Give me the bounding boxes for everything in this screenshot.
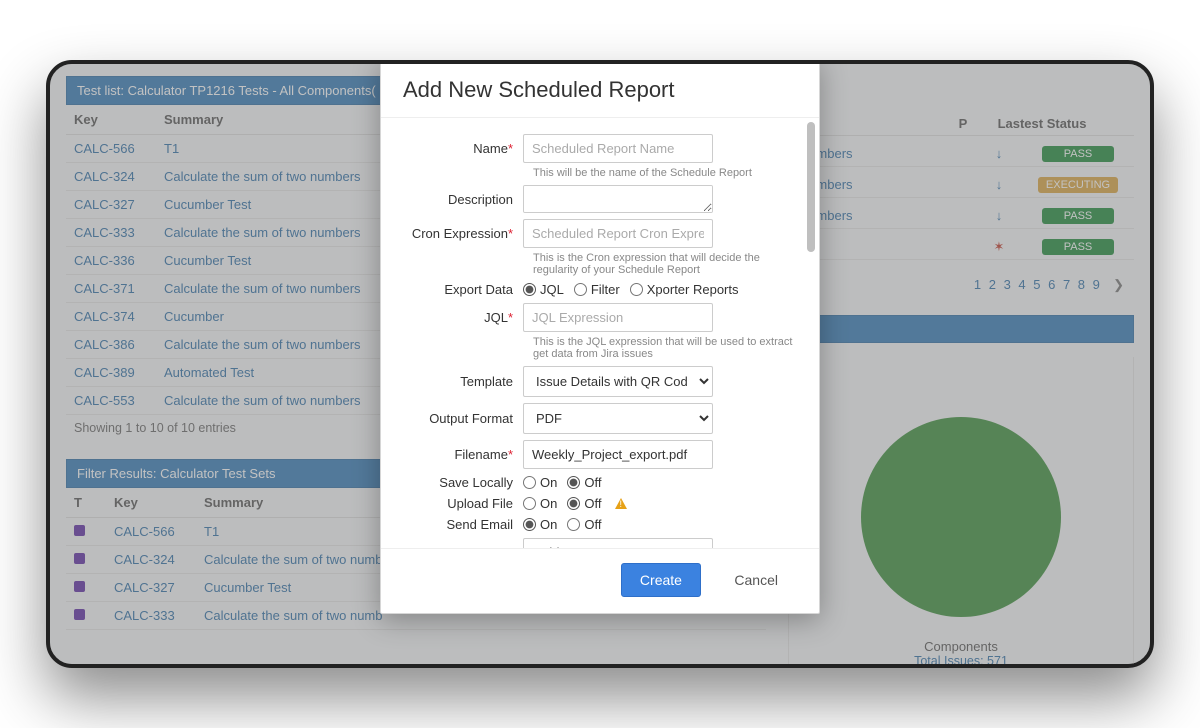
save-off-radio[interactable]: Off (567, 475, 601, 490)
description-input[interactable] (523, 185, 713, 213)
modal-title: Add New Scheduled Report (403, 77, 797, 103)
cron-label: Cron Expression (412, 226, 508, 241)
template-select[interactable]: Issue Details with QR Code (523, 366, 713, 397)
create-button[interactable]: Create (621, 563, 701, 597)
name-label: Name (473, 141, 508, 156)
email-off-radio[interactable]: Off (567, 517, 601, 532)
filename-input[interactable] (523, 440, 713, 469)
filename-label: Filename (454, 447, 507, 462)
send-email-label: Send Email (393, 517, 523, 532)
format-select[interactable]: PDF (523, 403, 713, 434)
cron-hint: This is the Cron expression that will de… (533, 252, 797, 276)
cancel-button[interactable]: Cancel (715, 563, 797, 597)
name-hint: This will be the name of the Schedule Re… (533, 167, 797, 179)
save-locally-label: Save Locally (393, 475, 523, 490)
export-data-label: Export Data (393, 282, 523, 297)
modal-scrollbar[interactable] (807, 122, 817, 544)
warning-icon (615, 498, 627, 509)
cron-input[interactable] (523, 219, 713, 248)
to-label: To (494, 545, 508, 548)
jql-input[interactable] (523, 303, 713, 332)
upload-off-radio[interactable]: Off (567, 496, 601, 511)
template-label: Template (393, 374, 523, 389)
app-window: Test list: Calculator TP1216 Tests - All… (46, 60, 1154, 668)
format-label: Output Format (393, 411, 523, 426)
to-input[interactable] (523, 538, 713, 548)
jql-label: JQL (484, 310, 508, 325)
export-filter-radio[interactable]: Filter (574, 282, 620, 297)
upload-file-label: Upload File (393, 496, 523, 511)
email-on-radio[interactable]: On (523, 517, 557, 532)
jql-hint: This is the JQL expression that will be … (533, 336, 797, 360)
export-jql-radio[interactable]: JQL (523, 282, 564, 297)
save-on-radio[interactable]: On (523, 475, 557, 490)
upload-on-radio[interactable]: On (523, 496, 557, 511)
name-input[interactable] (523, 134, 713, 163)
export-xporter-radio[interactable]: Xporter Reports (630, 282, 739, 297)
scheduled-report-modal: Add New Scheduled Report Name* This will… (380, 60, 820, 614)
description-label: Description (393, 192, 523, 207)
